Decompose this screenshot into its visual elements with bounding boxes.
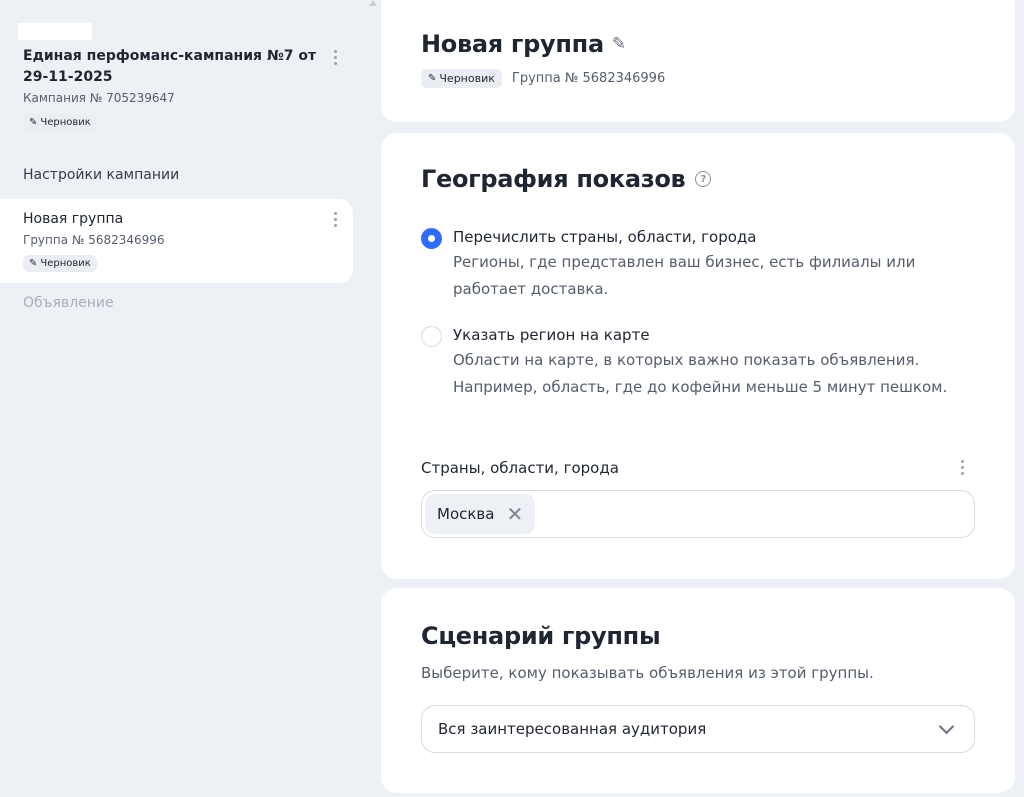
group-status-label: Черновик — [40, 258, 91, 269]
campaign-title: Единая перфоманс-кампания №7 от 29-11-20… — [23, 48, 317, 85]
scenario-select[interactable]: Вся заинтересованная аудитория — [421, 705, 975, 753]
sidebar-group-number: Группа № 5682346996 — [23, 233, 165, 247]
pencil-icon: ✎ — [29, 117, 38, 128]
group-title: Новая группа — [421, 30, 604, 58]
help-icon[interactable]: ? — [695, 171, 712, 187]
geo-option-text: Указать регион на карте Области на карте… — [453, 325, 973, 401]
edit-title-icon[interactable]: ✎ — [612, 34, 626, 54]
group-status-badge: ✎ Черновик — [23, 255, 97, 272]
geo-option-label: Перечислить страны, области, города — [453, 228, 757, 246]
scenario-card: Сценарий группы Выберите, кому показыват… — [381, 588, 1015, 793]
sidebar: Единая перфоманс-кампания №7 от 29-11-20… — [0, 0, 365, 797]
sidebar-item-campaign-settings[interactable]: Настройки кампании — [23, 167, 179, 183]
campaign-status-badge: ✎ Черновик — [23, 114, 97, 131]
campaign-more-icon[interactable] — [330, 50, 340, 65]
geography-title-row: География показов ? — [421, 165, 712, 193]
group-meta: ✎ Черновик Группа № 5682346996 — [421, 69, 665, 88]
geo-option-description: Регионы, где представлен ваш бизнес, ест… — [453, 253, 916, 298]
radio-unselected-icon[interactable] — [421, 326, 442, 347]
geo-option-label: Указать регион на карте — [453, 326, 650, 344]
geography-title: География показов — [421, 165, 686, 193]
scenario-select-value: Вся заинтересованная аудитория — [438, 720, 707, 738]
scroll-up-icon[interactable] — [369, 0, 377, 6]
radio-selected-icon[interactable] — [421, 228, 442, 249]
page: Единая перфоманс-кампания №7 от 29-11-20… — [0, 0, 1024, 797]
geography-card: География показов ? Перечислить страны, … — [381, 133, 1015, 579]
campaign-block[interactable]: Единая перфоманс-кампания №7 от 29-11-20… — [23, 46, 323, 131]
geo-option-description: Области на карте, в которых важно показа… — [453, 351, 948, 396]
group-title-row: Новая группа ✎ — [421, 30, 626, 58]
scenario-title: Сценарий группы — [421, 622, 661, 650]
campaign-number: Кампания № 705239647 — [23, 91, 175, 105]
pencil-icon: ✎ — [428, 73, 437, 84]
group-more-icon[interactable] — [330, 212, 340, 227]
close-icon[interactable]: ✕ — [506, 504, 523, 524]
sidebar-group-title: Новая группа — [23, 211, 124, 227]
status-label: Черновик — [439, 72, 495, 85]
pencil-icon: ✎ — [29, 258, 38, 269]
logo-placeholder — [18, 23, 92, 40]
geo-option-text: Перечислить страны, области, города Реги… — [453, 227, 973, 303]
status-badge: ✎ Черновик — [421, 69, 502, 88]
sidebar-item-ad[interactable]: Объявление — [23, 295, 114, 311]
group-header-card: Новая группа ✎ ✎ Черновик Группа № 56823… — [381, 0, 1015, 122]
geo-option-map[interactable]: Указать регион на карте Области на карте… — [421, 325, 973, 401]
scenario-description: Выберите, кому показывать объявления из … — [421, 664, 874, 682]
sidebar-item-group[interactable]: Новая группа Группа № 5682346996 ✎ Черно… — [0, 199, 353, 283]
geo-option-list[interactable]: Перечислить страны, области, города Реги… — [421, 227, 973, 303]
region-chip: Москва ✕ — [425, 494, 536, 534]
regions-label: Страны, области, города — [421, 459, 619, 477]
regions-more-icon[interactable] — [957, 460, 967, 475]
chevron-down-icon — [938, 718, 955, 734]
region-chip-label: Москва — [437, 505, 495, 523]
campaign-status-label: Черновик — [40, 117, 91, 128]
group-number: Группа № 5682346996 — [511, 71, 666, 86]
regions-input[interactable]: Москва ✕ — [421, 490, 975, 538]
